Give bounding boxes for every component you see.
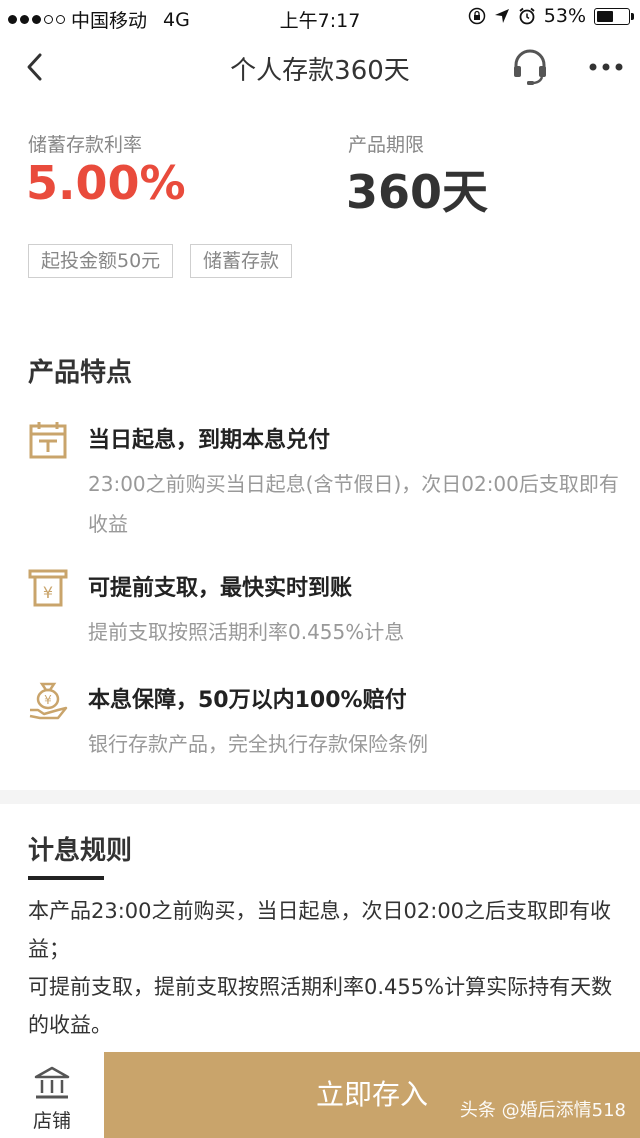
more-options-icon[interactable] bbox=[586, 50, 626, 84]
battery-percent: 53% bbox=[543, 5, 586, 27]
svg-text:¥: ¥ bbox=[43, 583, 53, 602]
feature-title: 当日起息，到期本息兑付 bbox=[88, 428, 331, 453]
watermark-text: 头条 @婚后添情518 bbox=[459, 1100, 626, 1121]
rules-title-underline bbox=[28, 876, 104, 880]
product-header: 储蓄存款利率 5.00% 产品期限 360天 起投金额50元 储蓄存款 bbox=[0, 98, 640, 330]
alarm-icon bbox=[519, 7, 535, 25]
term-value: 360天 bbox=[346, 165, 489, 219]
store-label: 店铺 bbox=[32, 1110, 71, 1132]
rules-text: 本产品23:00之前购买，当日起息，次日02:00之后支取即有收益； 可提前支取… bbox=[28, 899, 613, 1037]
status-right: 53% bbox=[468, 5, 634, 27]
money-bag-hand-icon: ¥ bbox=[29, 682, 68, 720]
orientation-lock-icon bbox=[468, 7, 486, 25]
location-arrow-icon bbox=[494, 9, 509, 23]
customer-service-headset-icon[interactable] bbox=[510, 46, 550, 86]
rate-label: 储蓄存款利率 bbox=[28, 134, 143, 156]
calendar-icon bbox=[29, 422, 67, 459]
tag-min-investment: 起投金额50元 bbox=[28, 244, 174, 278]
tag-savings-deposit: 储蓄存款 bbox=[190, 244, 293, 278]
term-label: 产品期限 bbox=[348, 134, 425, 156]
rules-title: 计息规则 bbox=[28, 836, 133, 866]
feature-desc: 提前支取按照活期利率0.455%计息 bbox=[88, 620, 405, 644]
rate-value: 5.00% bbox=[26, 156, 186, 210]
feature-title: 可提前支取，最快实时到账 bbox=[88, 576, 353, 601]
product-features-section: 产品特点 当日起息，到期本息兑付 23:00之前购买当日起息(含节假日)，次日0… bbox=[0, 312, 640, 790]
feature-desc: 银行存款产品，完全执行存款保险条例 bbox=[88, 732, 428, 756]
svg-text:¥: ¥ bbox=[44, 693, 52, 707]
deposit-now-button[interactable]: 立即存入 bbox=[104, 1052, 640, 1138]
nav-bar: 个人存款360天 bbox=[0, 36, 640, 98]
store-button[interactable]: 店铺 bbox=[0, 1052, 104, 1138]
feature-desc: 23:00之前购买当日起息(含节假日)，次日02:00后支取即有收益 bbox=[88, 472, 619, 536]
battery-icon bbox=[594, 7, 634, 25]
withdraw-icon: ¥ bbox=[28, 569, 68, 607]
features-title: 产品特点 bbox=[28, 358, 133, 388]
interest-rules-section: 计息规则 本产品23:00之前购买，当日起息，次日02:00之后支取即有收益； … bbox=[0, 804, 640, 1054]
bottom-action-bar: 店铺 立即存入 bbox=[0, 1052, 640, 1138]
status-bar: 中国移动 4G 上午7:17 53% bbox=[0, 0, 640, 36]
feature-title: 本息保障，50万以内100%赔付 bbox=[88, 688, 407, 713]
bank-store-icon bbox=[34, 1066, 70, 1099]
